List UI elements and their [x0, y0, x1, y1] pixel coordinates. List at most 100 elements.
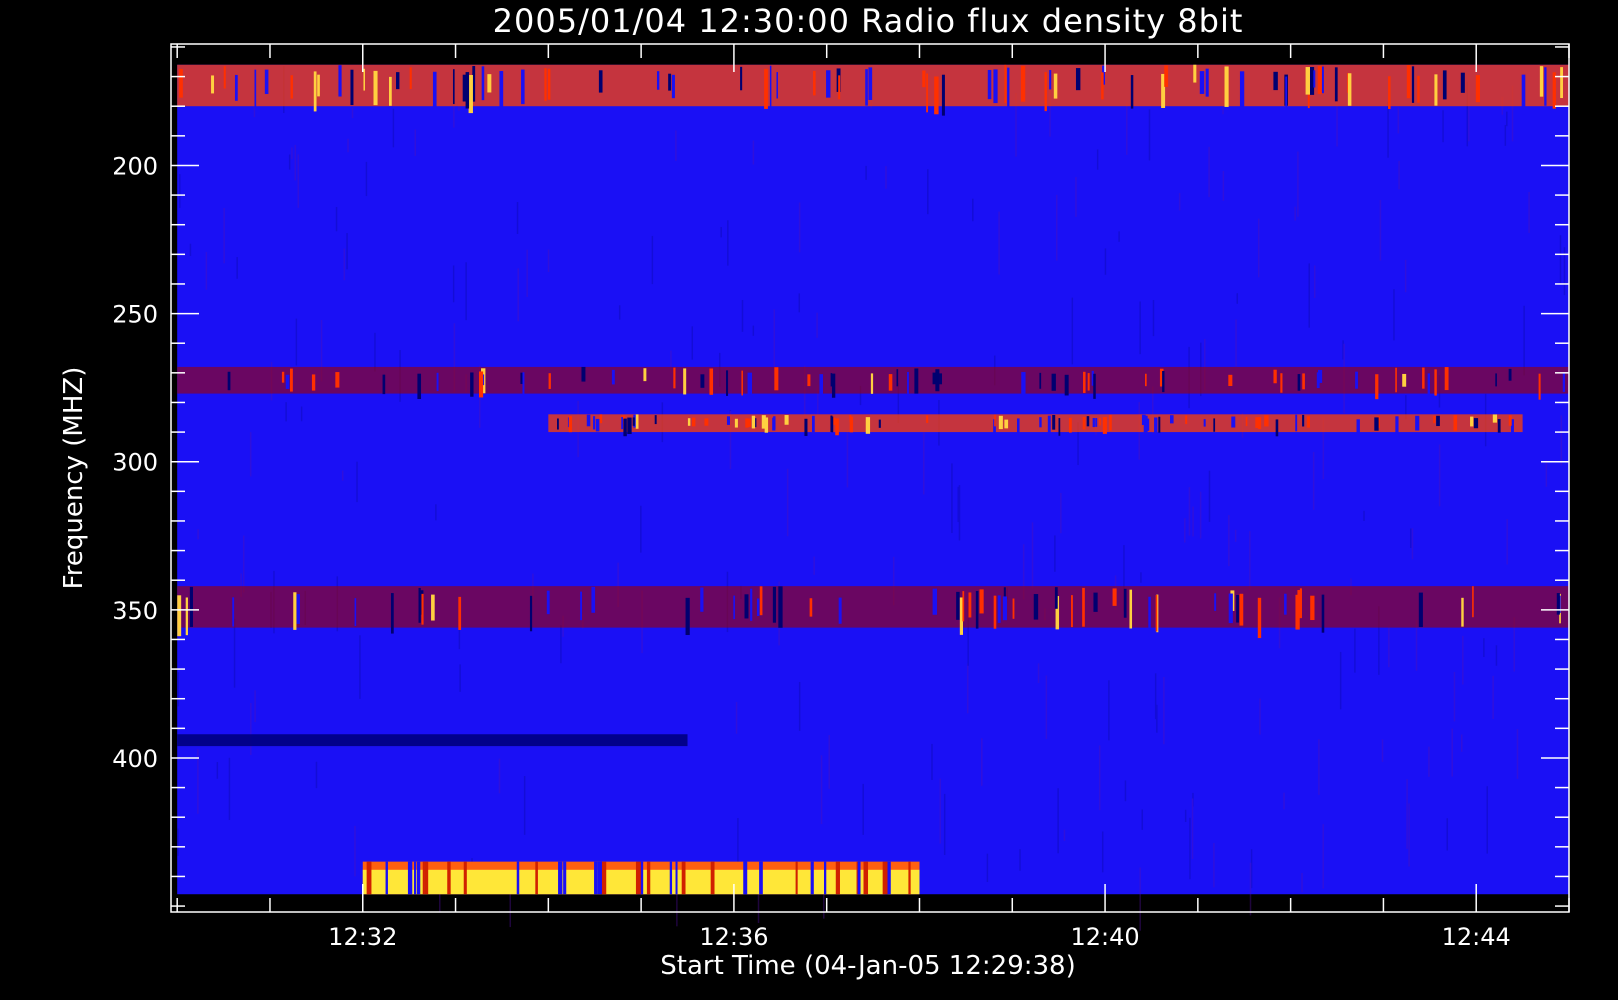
texture-stripe: [1483, 638, 1485, 658]
texture-stripe: [618, 305, 621, 320]
feature-stripe: [1092, 417, 1095, 428]
feature-stripe: [1318, 369, 1323, 383]
texture-stripe: [1381, 739, 1384, 762]
feature-stripe: [189, 586, 193, 627]
texture-stripe: [1188, 487, 1191, 536]
feature-stripe: [1162, 370, 1165, 393]
texture-stripe: [197, 749, 199, 814]
texture-stripe: [1308, 263, 1310, 328]
feature-stripe: [520, 372, 523, 385]
feature-stripe: [1098, 417, 1101, 426]
feature-stripe: [1185, 415, 1188, 424]
feature-stripe: [595, 418, 600, 432]
feature-stripe: [1112, 588, 1117, 606]
texture-stripe: [1363, 510, 1365, 521]
feature-stripe: [1552, 72, 1556, 109]
feature-stripe: [1422, 367, 1425, 389]
feature-stripe: [458, 596, 462, 630]
feature-stripe: [926, 415, 929, 423]
texture-stripe: [1235, 319, 1237, 367]
texture-stripe: [1108, 680, 1110, 741]
feature-stripe: [941, 74, 945, 116]
feature-stripe: [1306, 416, 1310, 428]
feature-stripe: [350, 69, 354, 106]
feature-stripe: [470, 372, 474, 397]
feature-stripe: [601, 861, 607, 895]
texture-stripe: [1492, 675, 1494, 720]
texture-stripe: [1451, 728, 1453, 777]
feature-stripe: [810, 861, 814, 895]
feature-stripe: [830, 415, 833, 432]
texture-stripe: [242, 535, 245, 593]
feature-stripe: [1347, 73, 1352, 106]
feature-stripe: [487, 74, 492, 93]
feature-stripe: [416, 861, 421, 895]
texture-stripe: [351, 108, 354, 119]
feature-stripe: [1231, 416, 1236, 428]
texture-stripe: [1249, 862, 1252, 916]
texture-stripe: [1118, 231, 1120, 242]
feature-stripe: [1436, 415, 1440, 427]
feature-stripe: [581, 366, 586, 382]
feature-stripe: [795, 861, 798, 895]
feature-stripe: [1058, 418, 1061, 436]
feature-stripe: [1544, 67, 1547, 106]
feature-stripe: [835, 861, 840, 895]
feature-stripe: [888, 374, 893, 391]
texture-stripe: [1523, 305, 1525, 376]
feature-stripe: [769, 65, 772, 107]
texture-stripe: [1486, 786, 1489, 854]
x-tick-label: 12:44: [1442, 923, 1511, 951]
feature-stripe: [407, 861, 413, 895]
feature-stripe: [558, 861, 563, 895]
feature-stripe: [681, 861, 686, 895]
texture-stripe: [517, 268, 519, 322]
texture-stripe: [1126, 102, 1128, 155]
texture-stripe: [720, 226, 722, 238]
feature-stripe: [424, 861, 429, 895]
texture-stripe: [1446, 818, 1449, 851]
texture-stripe: [1184, 809, 1187, 823]
texture-stripe: [1063, 829, 1066, 841]
feature-stripe: [751, 415, 756, 429]
feature-stripe: [675, 861, 678, 895]
feature-stripe: [1305, 67, 1310, 95]
feature-stripe: [726, 370, 729, 396]
feature-stripe: [656, 71, 660, 90]
texture-stripe: [1516, 729, 1519, 779]
feature-stripe: [1302, 373, 1305, 390]
texture-stripe: [1055, 194, 1058, 261]
feature-stripe: [385, 861, 388, 895]
feature-stripe: [1068, 417, 1072, 433]
texture-stripe: [1294, 206, 1296, 221]
texture-stripe: [1312, 452, 1315, 510]
texture-stripe: [1156, 704, 1158, 733]
texture-stripe: [923, 432, 925, 495]
texture-stripe: [452, 265, 455, 303]
feature-stripe: [1297, 374, 1301, 391]
texture-stripe: [1379, 199, 1382, 261]
feature-stripe: [1144, 373, 1147, 387]
feature-stripe: [1199, 71, 1205, 94]
feature-stripe: [1141, 414, 1146, 426]
feature-stripe: [1415, 415, 1420, 431]
feature-stripe: [481, 66, 485, 101]
feature-stripe: [671, 74, 675, 99]
feature-stripe: [975, 590, 979, 629]
feature-stripe: [373, 70, 378, 106]
feature-stripe: [1273, 71, 1278, 91]
feature-stripe: [1560, 67, 1564, 99]
feature-stripe: [772, 586, 776, 623]
feature-stripe: [1556, 593, 1560, 615]
feature-stripe: [223, 66, 226, 89]
feature-stripe: [1130, 75, 1134, 109]
texture-stripe: [1460, 734, 1463, 752]
feature-stripe: [734, 418, 738, 428]
texture-stripe: [1318, 739, 1320, 795]
feature-stripe: [254, 69, 257, 109]
y-tick-label: 350: [112, 597, 158, 625]
feature-stripe: [1228, 374, 1233, 386]
feature-stripe: [865, 417, 871, 434]
feature-stripe: [1228, 593, 1233, 624]
feature-stripe: [432, 71, 437, 110]
